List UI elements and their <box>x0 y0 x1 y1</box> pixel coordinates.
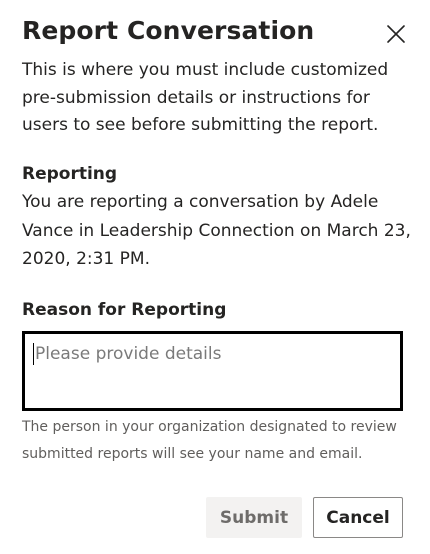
submit-button[interactable]: Submit <box>206 497 302 538</box>
reason-label: Reason for Reporting <box>22 300 227 320</box>
reporting-heading: Reporting <box>22 164 118 184</box>
close-icon <box>387 25 405 43</box>
cancel-button[interactable]: Cancel <box>313 497 403 538</box>
close-button[interactable] <box>380 18 412 50</box>
report-dialog: Report Conversation This is where you mu… <box>0 0 430 554</box>
reason-input[interactable] <box>22 331 403 411</box>
privacy-notice: The person in your organization designat… <box>22 419 397 462</box>
dialog-title: Report Conversation <box>22 16 315 45</box>
text-caret <box>33 343 34 365</box>
intro-instructions: This is where you must include customize… <box>22 60 389 135</box>
reporting-details: You are reporting a conversation by Adel… <box>22 192 411 269</box>
